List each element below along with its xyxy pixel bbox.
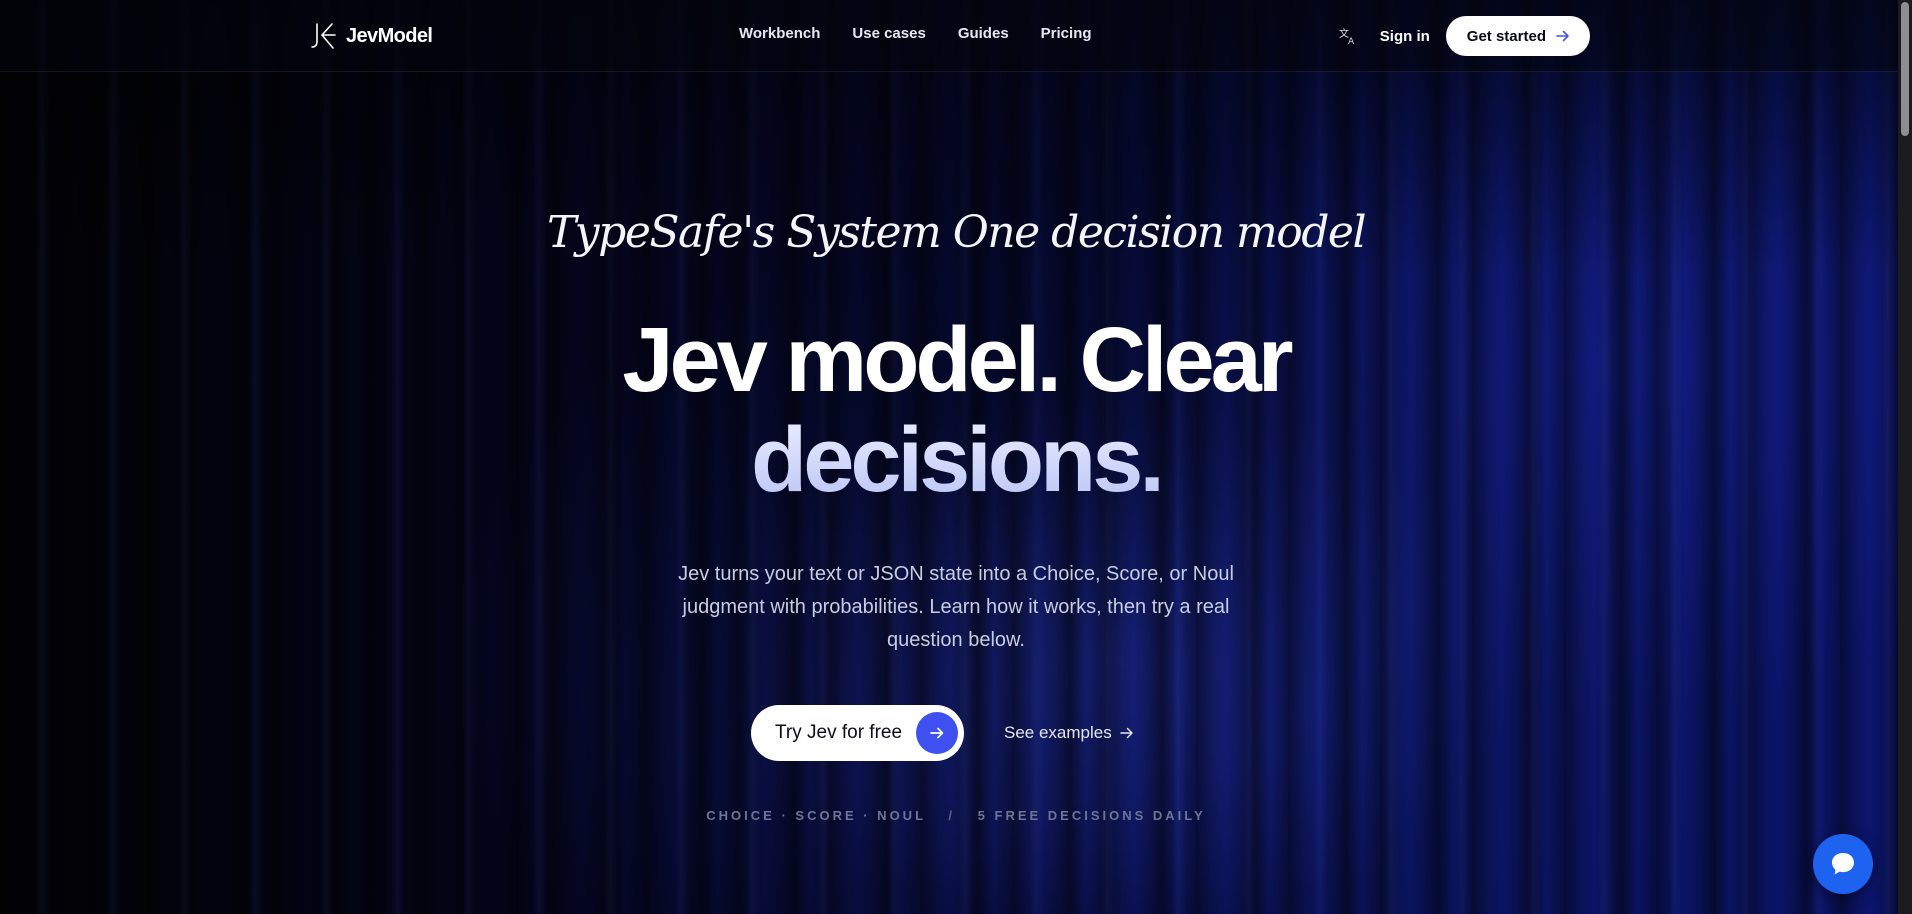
nav-link-use-cases[interactable]: Use cases [852,25,925,42]
chat-widget-button[interactable] [1813,834,1873,894]
scrollbar-thumb[interactable] [1901,2,1909,136]
arrow-right-icon [1556,30,1569,42]
try-jev-label: Try Jev for free [775,722,903,743]
try-jev-arrow [916,712,958,754]
hero-headline: Jev model. Clear decisions. [0,310,1912,510]
see-examples-link[interactable]: See examples [1004,723,1134,743]
jevmodel-logo-icon [311,23,336,49]
nav-link-workbench[interactable]: Workbench [739,25,820,42]
footnote-free-decisions: 5 FREE DECISIONS DAILY [977,808,1206,823]
arrow-right-icon [930,727,944,739]
headline-line-1: Jev model. Clear [622,309,1293,411]
nav-actions: 文 A Sign in Get started [1338,16,1590,56]
page-scrollbar[interactable] [1898,0,1912,914]
landing-page: JevModel Workbench Use cases Guides Pric… [0,0,1912,914]
see-examples-label: See examples [1004,723,1112,742]
hero-description: Jev turns your text or JSON state into a… [678,563,1234,651]
footnote-separator: / [948,808,956,823]
headline-line-2: decisions. [0,410,1912,510]
nav-link-guides[interactable]: Guides [958,25,1009,42]
svg-text:A: A [1348,37,1355,46]
sign-in-link[interactable]: Sign in [1380,28,1430,45]
brand-name: JevModel [346,24,433,47]
nav-links: Workbench Use cases Guides Pricing [739,25,1092,42]
hero-tagline: TypeSafe's System One decision model [546,207,1367,258]
arrow-right-icon [1119,727,1133,739]
translate-icon[interactable]: 文 A [1338,26,1358,46]
hero-footnote: CHOICE · SCORE · NOUL / 5 FREE DECISIONS… [0,808,1912,823]
footnote-modes: CHOICE · SCORE · NOUL [706,808,926,823]
brand[interactable]: JevModel [308,20,433,52]
nav-link-pricing[interactable]: Pricing [1041,25,1092,42]
top-navigation: JevModel Workbench Use cases Guides Pric… [0,0,1912,72]
cta-row: Try Jev for free See examples [751,705,1134,761]
chat-bubble-icon [1832,853,1854,875]
get-started-button[interactable]: Get started [1445,16,1590,56]
try-jev-button[interactable]: Try Jev for free [751,705,964,761]
get-started-label: Get started [1466,27,1546,45]
